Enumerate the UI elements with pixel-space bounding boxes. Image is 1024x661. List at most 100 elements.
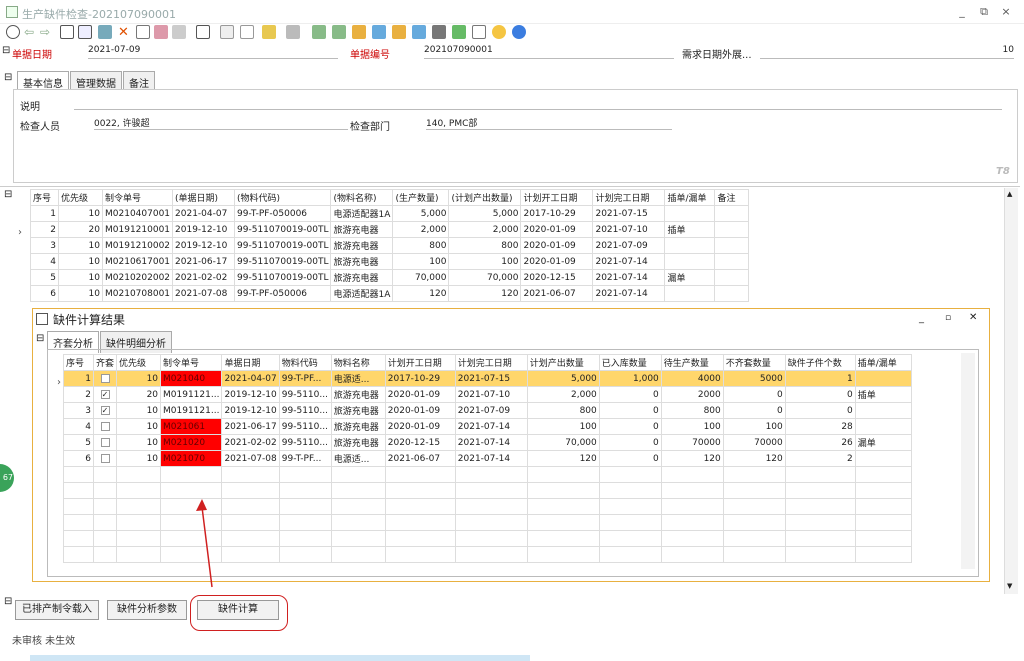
- grid2-cell[interactable]: 2021-06-17: [221, 418, 280, 435]
- number-field[interactable]: 202107090001: [424, 45, 674, 59]
- grid2-cell[interactable]: 10: [116, 402, 162, 419]
- grid1-cell[interactable]: 2021-06-07: [520, 285, 594, 302]
- grid2-cell[interactable]: 2019-12-10: [221, 402, 280, 419]
- grid1-cell[interactable]: 99-511070019-00TL: [234, 237, 332, 254]
- next-record-icon[interactable]: [352, 25, 366, 39]
- dialog-scrollbar[interactable]: [961, 353, 975, 569]
- kit-checkbox-cell[interactable]: ✓: [92, 386, 118, 403]
- grid1-cell[interactable]: 120: [448, 285, 522, 302]
- button-collapse-icon[interactable]: ⊟: [4, 596, 12, 607]
- grid2-cell[interactable]: 100: [722, 418, 786, 435]
- dept-field[interactable]: 140, PMC部: [426, 116, 672, 130]
- table-row[interactable]: 3 10 M0191210002 2019-12-10 99-511070019-00T…: [30, 237, 750, 254]
- grid1-cell[interactable]: 3: [30, 237, 59, 254]
- edit-icon[interactable]: [78, 25, 92, 39]
- grid1-cell[interactable]: 2,000: [448, 221, 522, 238]
- grid1-cell[interactable]: 800: [392, 237, 450, 254]
- grid2-cell[interactable]: 2021-07-08: [221, 450, 280, 467]
- grid1-cell[interactable]: 2021-07-14: [592, 253, 666, 270]
- grid1-cell[interactable]: M0210617001: [101, 253, 174, 270]
- grid2-cell[interactable]: 70000: [660, 434, 724, 451]
- grid2-cell[interactable]: 0: [722, 402, 786, 419]
- grid2-cell[interactable]: 0: [784, 402, 856, 419]
- grid2-cell[interactable]: 800: [526, 402, 600, 419]
- grid1-cell[interactable]: [714, 205, 750, 222]
- grid2-cell[interactable]: 99-5110...: [278, 402, 332, 419]
- grid1-cell[interactable]: 99-511070019-00TL: [234, 253, 332, 270]
- mail-icon[interactable]: [472, 25, 486, 39]
- grid1-cell[interactable]: 800: [448, 237, 522, 254]
- grid2-cell[interactable]: 1: [784, 370, 856, 387]
- grid2-cell[interactable]: 0: [598, 402, 662, 419]
- grid2-cell[interactable]: 2020-12-15: [384, 434, 456, 451]
- grid2-cell[interactable]: 2021-04-07: [221, 370, 280, 387]
- grid1-header-cell[interactable]: 制令单号: [101, 189, 174, 206]
- grid2-cell[interactable]: 2019-12-10: [221, 386, 280, 403]
- grid2-cell[interactable]: 5000: [722, 370, 786, 387]
- scroll-up-icon[interactable]: ▲: [1007, 190, 1012, 198]
- grid2-cell[interactable]: 3: [63, 402, 94, 419]
- close-button[interactable]: ×: [998, 4, 1014, 20]
- grid2-header-cell[interactable]: 计划开工日期: [384, 354, 456, 371]
- grid1-cell[interactable]: 2: [30, 221, 59, 238]
- grid1-header-cell[interactable]: (生产数量): [392, 189, 450, 206]
- grid1-cell[interactable]: [714, 237, 750, 254]
- grid2-header-cell[interactable]: 制令单号: [160, 354, 223, 371]
- grid2-cell[interactable]: [854, 418, 912, 435]
- save-icon[interactable]: [98, 25, 112, 39]
- grid2-cell[interactable]: 漏单: [854, 434, 912, 451]
- grid1-cell[interactable]: 1: [30, 205, 59, 222]
- grid2-cell[interactable]: 10: [116, 434, 162, 451]
- grid2-cell[interactable]: 2: [784, 450, 856, 467]
- grid1-cell[interactable]: M0210407001: [101, 205, 174, 222]
- grid2-cell[interactable]: 0: [598, 418, 662, 435]
- grid1-header-cell[interactable]: (物料名称): [330, 189, 394, 206]
- grid2-cell[interactable]: 99-5110...: [278, 386, 332, 403]
- grid2-cell[interactable]: 6: [63, 450, 94, 467]
- last-record-icon[interactable]: [372, 25, 386, 39]
- grid1-cell[interactable]: 2019-12-10: [172, 237, 236, 254]
- grid2-cell[interactable]: 28: [784, 418, 856, 435]
- grid2-cell[interactable]: 100: [660, 418, 724, 435]
- kit-checkbox-cell[interactable]: [92, 418, 118, 435]
- dialog-maximize-button[interactable]: ▫: [945, 313, 951, 323]
- print-icon[interactable]: [286, 25, 300, 39]
- grid1-cell[interactable]: 120: [392, 285, 450, 302]
- info-collapse-icon[interactable]: ⊟: [4, 72, 12, 83]
- grid1-cell[interactable]: 2021-07-14: [592, 285, 666, 302]
- grid1-cell[interactable]: 99-T-PF-050006: [234, 285, 332, 302]
- table-row[interactable]: 5 10 M0210202002 2021-02-02 99-511070019-00T…: [30, 269, 750, 286]
- table-row[interactable]: 2 ✓ 20 M0191121... 2019-12-10 99-5110... 旅游充电器…: [63, 386, 912, 403]
- grid1-cell[interactable]: 2021-02-02: [172, 269, 236, 286]
- grid1-cell[interactable]: 电源适配器1A: [330, 205, 394, 222]
- grid2-cell[interactable]: 99-T-PF...: [278, 370, 332, 387]
- grid2-cell[interactable]: 2017-10-29: [384, 370, 456, 387]
- grid1-cell[interactable]: 6: [30, 285, 59, 302]
- grid1-cell[interactable]: 2021-07-15: [592, 205, 666, 222]
- dialog-minimize-button[interactable]: _: [919, 313, 924, 324]
- grid2-cell[interactable]: 10: [116, 450, 162, 467]
- grid1-cell[interactable]: 10: [58, 269, 103, 286]
- grid2-cell[interactable]: 0: [784, 386, 856, 403]
- grid2-cell[interactable]: M021070: [160, 450, 223, 467]
- dialog-collapse-icon[interactable]: ⊟: [36, 333, 44, 344]
- grid1-cell[interactable]: 70,000: [392, 269, 450, 286]
- grid2-cell[interactable]: 99-5110...: [278, 434, 332, 451]
- grid1-cell[interactable]: 100: [448, 253, 522, 270]
- grid1-cell[interactable]: 2020-01-09: [520, 253, 594, 270]
- grid2-cell[interactable]: 1: [63, 370, 94, 387]
- grid1-cell[interactable]: 旅游充电器: [330, 253, 394, 270]
- grid1-cell[interactable]: 漏单: [664, 269, 716, 286]
- demand-field[interactable]: 10: [760, 45, 1014, 59]
- paste-icon[interactable]: [154, 25, 168, 39]
- grid1-header-cell[interactable]: 计划开工日期: [520, 189, 594, 206]
- main-grid-scrollbar[interactable]: ▲ ▼: [1004, 188, 1018, 594]
- grid2-cell[interactable]: 2020-01-09: [384, 402, 456, 419]
- grid2-cell[interactable]: M0191121...: [160, 386, 223, 403]
- clear-icon[interactable]: [172, 25, 186, 39]
- grid1-cell[interactable]: 2019-12-10: [172, 221, 236, 238]
- back-arrow-icon[interactable]: ⇦: [24, 25, 38, 39]
- grid1-cell[interactable]: 99-511070019-00TL: [234, 221, 332, 238]
- grid2-cell[interactable]: 10: [116, 418, 162, 435]
- grid1-cell[interactable]: 旅游充电器: [330, 269, 394, 286]
